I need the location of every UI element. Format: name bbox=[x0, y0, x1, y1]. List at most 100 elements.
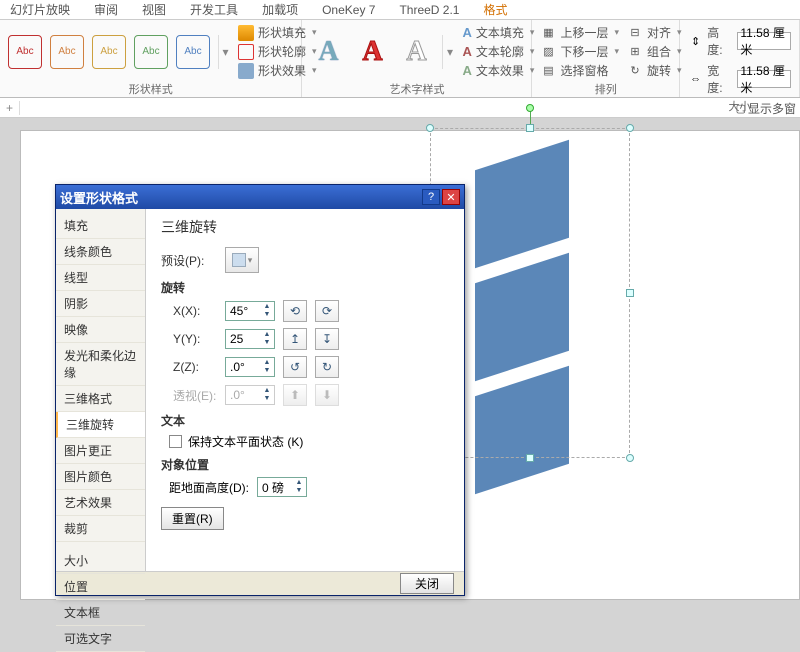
distance-input[interactable]: 0 磅▲▼ bbox=[257, 477, 307, 497]
show-more-windows[interactable]: ▢ 显示多窗 bbox=[736, 100, 796, 117]
selection-pane-icon: ▤ bbox=[540, 63, 556, 79]
shape-style-5[interactable]: Abc bbox=[176, 35, 210, 69]
tab-onekey[interactable]: OneKey 7 bbox=[318, 1, 379, 19]
shape-style-2[interactable]: Abc bbox=[50, 35, 84, 69]
tab-threed[interactable]: ThreeD 2.1 bbox=[395, 1, 463, 19]
text-fill-icon: A bbox=[462, 25, 471, 40]
help-button[interactable]: ? bbox=[422, 189, 440, 205]
y-input[interactable]: 25▲▼ bbox=[225, 329, 275, 349]
group-label-wordart: 艺术字样式 bbox=[310, 81, 523, 97]
resize-handle[interactable] bbox=[626, 124, 634, 132]
y-rotate-up[interactable]: ↥ bbox=[283, 328, 307, 350]
width-input[interactable]: 11.58 厘米 bbox=[737, 70, 791, 88]
resize-handle[interactable] bbox=[626, 289, 634, 297]
tab-dev[interactable]: 开发工具 bbox=[186, 0, 242, 20]
cube-icon bbox=[232, 253, 246, 267]
z-label: Z(Z): bbox=[161, 360, 217, 374]
sidebar-item-12[interactable]: 大小 bbox=[56, 548, 145, 574]
resize-handle[interactable] bbox=[626, 454, 634, 462]
perspective-input: .0°▲▼ bbox=[225, 385, 275, 405]
persp-wide: ⬇ bbox=[315, 384, 339, 406]
text-outline-icon: A bbox=[462, 44, 471, 59]
z-rotate-cw[interactable]: ↻ bbox=[315, 356, 339, 378]
z-input[interactable]: .0°▲▼ bbox=[225, 357, 275, 377]
sidebar-item-13[interactable]: 位置 bbox=[56, 574, 145, 600]
resize-handle[interactable] bbox=[526, 454, 534, 462]
group-label-arrange: 排列 bbox=[540, 81, 671, 97]
sidebar-item-5[interactable]: 发光和柔化边缘 bbox=[56, 343, 145, 386]
bring-forward-button[interactable]: ▦上移一层▾ bbox=[540, 24, 619, 41]
tab-addin[interactable]: 加载项 bbox=[258, 0, 302, 20]
text-section: 文本 bbox=[161, 412, 450, 429]
sidebar-item-4[interactable]: 映像 bbox=[56, 317, 145, 343]
sidebar-item-1[interactable]: 线条颜色 bbox=[56, 239, 145, 265]
x-input[interactable]: 45°▲▼ bbox=[225, 301, 275, 321]
send-backward-icon: ▨ bbox=[540, 44, 556, 60]
sidebar-item-7[interactable]: 三维旋转 bbox=[56, 412, 145, 438]
sidebar-item-10[interactable]: 艺术效果 bbox=[56, 490, 145, 516]
shape-style-more[interactable]: ▾ bbox=[218, 35, 232, 69]
distance-label: 距地面高度(D): bbox=[169, 479, 249, 496]
resize-handle[interactable] bbox=[526, 124, 534, 132]
close-x-button[interactable]: ✕ bbox=[442, 189, 460, 205]
shape-style-3[interactable]: Abc bbox=[92, 35, 126, 69]
wordart-3[interactable]: A bbox=[398, 34, 434, 70]
effect-icon bbox=[238, 63, 254, 79]
x-rotate-right[interactable]: ⟳ bbox=[315, 300, 339, 322]
bucket-icon bbox=[238, 25, 254, 41]
resize-handle[interactable] bbox=[426, 124, 434, 132]
group-label-shape: 形状样式 bbox=[8, 81, 293, 97]
y-rotate-down[interactable]: ↧ bbox=[315, 328, 339, 350]
group-button[interactable]: ⊞组合▾ bbox=[627, 43, 682, 60]
tab-slideshow[interactable]: 幻灯片放映 bbox=[6, 0, 74, 20]
rotate-icon: ↻ bbox=[627, 63, 643, 79]
wordart-2[interactable]: A bbox=[354, 34, 390, 70]
sidebar-item-9[interactable]: 图片颜色 bbox=[56, 464, 145, 490]
preset-label: 预设(P): bbox=[161, 252, 217, 269]
shape-style-1[interactable]: Abc bbox=[8, 35, 42, 69]
sidebar-item-15[interactable]: 可选文字 bbox=[56, 626, 145, 652]
sidebar-item-8[interactable]: 图片更正 bbox=[56, 438, 145, 464]
sidebar-item-14[interactable]: 文本框 bbox=[56, 600, 145, 626]
rotate-button[interactable]: ↻旋转▾ bbox=[627, 62, 682, 79]
perspective-label: 透视(E): bbox=[161, 387, 217, 404]
align-button[interactable]: ⊟对齐▾ bbox=[627, 24, 682, 41]
bring-forward-icon: ▦ bbox=[540, 25, 556, 41]
keep-text-flat-checkbox[interactable] bbox=[169, 435, 182, 448]
reset-button[interactable]: 重置(R) bbox=[161, 507, 224, 530]
height-icon: ⇕ bbox=[688, 33, 703, 49]
width-icon: ⇔ bbox=[688, 71, 703, 87]
wordart-1[interactable]: A bbox=[310, 34, 346, 70]
keep-text-flat-label: 保持文本平面状态 (K) bbox=[188, 433, 303, 450]
shape-style-4[interactable]: Abc bbox=[134, 35, 168, 69]
panel-heading: 三维旋转 bbox=[161, 217, 450, 237]
y-label: Y(Y): bbox=[161, 332, 217, 346]
x-label: X(X): bbox=[161, 304, 217, 318]
send-backward-button[interactable]: ▨下移一层▾ bbox=[540, 43, 619, 60]
sidebar-item-3[interactable]: 阴影 bbox=[56, 291, 145, 317]
tab-view[interactable]: 视图 bbox=[138, 0, 170, 20]
width-label: 宽度: bbox=[707, 62, 733, 96]
height-input[interactable]: 11.58 厘米 bbox=[737, 32, 791, 50]
text-outline-button[interactable]: A文本轮廓▾ bbox=[462, 43, 534, 60]
sidebar-item-6[interactable]: 三维格式 bbox=[56, 386, 145, 412]
dialog-title: 设置形状格式 bbox=[60, 188, 138, 207]
text-effect-icon: A bbox=[462, 63, 471, 78]
wordart-more[interactable]: ▾ bbox=[442, 35, 456, 69]
sidebar-item-11[interactable]: 裁剪 bbox=[56, 516, 145, 542]
preset-dropdown[interactable]: ▾ bbox=[225, 247, 259, 273]
close-button[interactable]: 关闭 bbox=[400, 573, 454, 594]
x-rotate-left[interactable]: ⟲ bbox=[283, 300, 307, 322]
text-fill-button[interactable]: A文本填充▾ bbox=[462, 24, 534, 41]
tab-format[interactable]: 格式 bbox=[479, 0, 511, 20]
text-effect-button[interactable]: A文本效果▾ bbox=[462, 62, 534, 79]
tab-review[interactable]: 审阅 bbox=[90, 0, 122, 20]
selection-pane-button[interactable]: ▤选择窗格 bbox=[540, 62, 619, 79]
z-rotate-ccw[interactable]: ↺ bbox=[283, 356, 307, 378]
rotate-handle[interactable] bbox=[526, 104, 534, 112]
outline-toggle[interactable]: + bbox=[0, 101, 20, 115]
pen-icon bbox=[238, 44, 254, 60]
sidebar-item-0[interactable]: 填充 bbox=[56, 213, 145, 239]
align-icon: ⊟ bbox=[627, 25, 643, 41]
sidebar-item-2[interactable]: 线型 bbox=[56, 265, 145, 291]
